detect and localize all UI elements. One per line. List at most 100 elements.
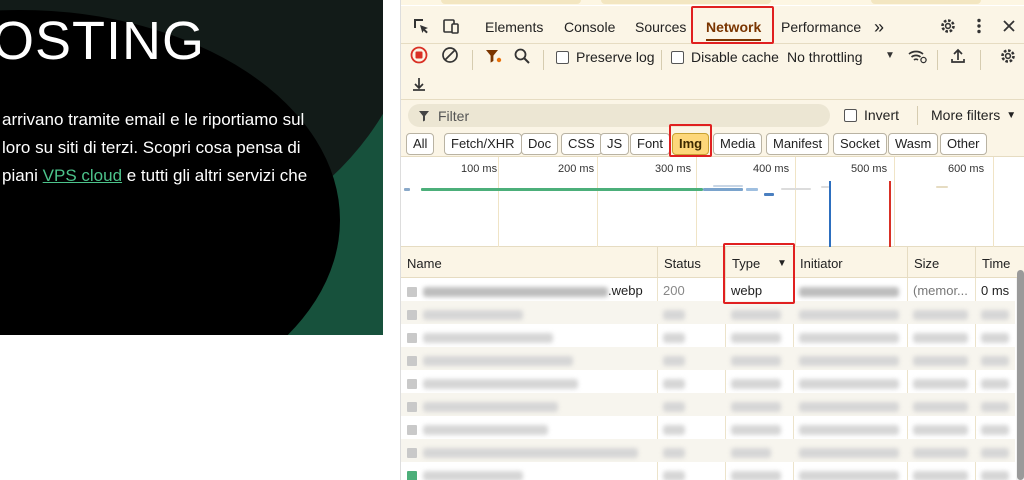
type-filter-manifest[interactable]: Manifest [766, 133, 830, 155]
website-panel: OSTING arrivano tramite email e le ripor… [0, 0, 383, 480]
request-type-cell: webp [731, 283, 763, 298]
filter-funnel-icon[interactable] [484, 47, 502, 65]
redacted-text [663, 401, 685, 412]
redacted-text [981, 332, 1009, 343]
request-status-cell [657, 439, 725, 462]
type-filter-doc[interactable]: Doc [521, 133, 559, 155]
column-header-initiator[interactable]: Initiator [793, 247, 907, 278]
column-header-name[interactable]: Name [401, 247, 657, 278]
invert-checkbox-box[interactable] [844, 108, 857, 122]
network-overview-timeline[interactable]: 100 ms 200 ms 300 ms 400 ms 500 ms 600 m… [401, 157, 1024, 247]
table-row[interactable]: .webp 200 webp (memor... 0 ms [401, 278, 1015, 301]
type-filter-font[interactable]: Font [630, 133, 671, 155]
table-row[interactable] [401, 301, 1015, 324]
request-time-cell [975, 462, 1015, 480]
table-row[interactable] [401, 324, 1015, 347]
inspect-element-icon[interactable] [411, 16, 431, 36]
network-settings-gear-icon[interactable] [999, 47, 1017, 65]
redacted-text [799, 401, 899, 412]
request-name-cell [401, 370, 657, 393]
image-file-icon [407, 447, 417, 458]
network-conditions-wifi-icon[interactable] [907, 47, 927, 65]
more-filters-label: More filters [931, 107, 1001, 123]
table-row[interactable] [401, 393, 1015, 416]
more-options-icon[interactable] [969, 16, 989, 36]
type-filter-wasm[interactable]: Wasm [888, 133, 939, 155]
request-time-cell [975, 416, 1015, 439]
disable-cache-label: Disable cache [691, 49, 779, 65]
redacted-text [981, 447, 1009, 458]
request-type-cell [725, 439, 793, 462]
type-filter-css[interactable]: CSS [561, 133, 602, 155]
clear-icon[interactable] [441, 46, 459, 64]
image-file-icon [407, 378, 417, 389]
request-name-cell [401, 393, 657, 416]
throttling-select[interactable]: No throttling [787, 49, 862, 65]
request-time-cell: 0 ms [981, 283, 1010, 298]
tab-sources[interactable]: Sources [631, 6, 690, 44]
request-time-cell [975, 439, 1015, 462]
type-filter-socket[interactable]: Socket [833, 133, 887, 155]
preserve-log-checkbox-box[interactable] [556, 50, 569, 64]
column-header-size[interactable]: Size [907, 247, 975, 278]
preserve-log-checkbox[interactable]: Preserve log [556, 49, 655, 65]
search-icon[interactable] [513, 47, 531, 65]
tab-performance[interactable]: Performance [777, 6, 865, 44]
table-row[interactable] [401, 416, 1015, 439]
filter-input[interactable]: Filter [408, 104, 830, 127]
redacted-text [663, 332, 685, 343]
table-scrollbar-thumb[interactable] [1017, 270, 1024, 480]
column-header-status[interactable]: Status [657, 247, 725, 278]
close-icon[interactable] [999, 16, 1019, 36]
more-filters-dropdown[interactable]: More filters ▼ [931, 107, 1016, 123]
column-header-type[interactable]: Type ▼ [725, 247, 793, 278]
redacted-text [731, 378, 781, 389]
export-har-icon[interactable] [410, 75, 428, 93]
redacted-text [981, 378, 1009, 389]
more-tabs-button[interactable]: » [870, 6, 888, 44]
table-row[interactable] [401, 439, 1015, 462]
type-filter-js[interactable]: JS [600, 133, 630, 155]
settings-gear-icon[interactable] [938, 16, 958, 36]
table-row[interactable] [401, 347, 1015, 370]
request-initiator-cell [793, 324, 907, 347]
vps-cloud-link[interactable]: VPS cloud [43, 166, 122, 185]
tab-network[interactable]: Network [702, 6, 765, 44]
image-file-icon [407, 332, 417, 343]
filter-row: Filter Invert More filters ▼ [401, 100, 1024, 130]
redacted-text [663, 355, 685, 366]
table-row[interactable] [401, 462, 1015, 480]
record-icon[interactable] [410, 46, 428, 64]
request-size-cell: (memor... [913, 283, 968, 298]
table-scrollbar[interactable] [1016, 270, 1024, 480]
disable-cache-checkbox-box[interactable] [671, 50, 684, 64]
redacted-text [663, 470, 685, 480]
table-row[interactable] [401, 370, 1015, 393]
type-filter-all[interactable]: All [406, 133, 435, 155]
tab-console[interactable]: Console [560, 6, 619, 44]
type-filter-other[interactable]: Other [940, 133, 987, 155]
request-name-cell: .webp [401, 278, 657, 301]
redacted-text [663, 309, 685, 320]
timeline-tick-400: 400 ms [753, 163, 790, 175]
chevron-down-icon[interactable]: ▼ [885, 50, 895, 61]
invert-checkbox[interactable]: Invert [844, 107, 899, 123]
type-filter-media[interactable]: Media [713, 133, 763, 155]
column-header-type-label: Type [732, 256, 761, 271]
disable-cache-checkbox[interactable]: Disable cache [671, 49, 779, 65]
redacted-text [423, 378, 578, 389]
device-toolbar-icon[interactable] [441, 16, 461, 36]
redacted-text [981, 309, 1009, 320]
timeline-tick-100: 100 ms [461, 163, 498, 175]
type-filter-img[interactable]: Img [672, 133, 710, 155]
request-size-cell [907, 324, 975, 347]
request-type-cell [725, 416, 793, 439]
tab-elements[interactable]: Elements [481, 6, 547, 44]
redacted-text [731, 401, 781, 412]
devtools-top-strip [401, 0, 1024, 5]
redacted-text [913, 309, 968, 320]
import-har-icon[interactable] [949, 47, 967, 65]
sort-descending-icon: ▼ [777, 258, 787, 269]
type-filter-fetch-xhr[interactable]: Fetch/XHR [444, 133, 522, 155]
timeline-tick-500: 500 ms [851, 163, 888, 175]
